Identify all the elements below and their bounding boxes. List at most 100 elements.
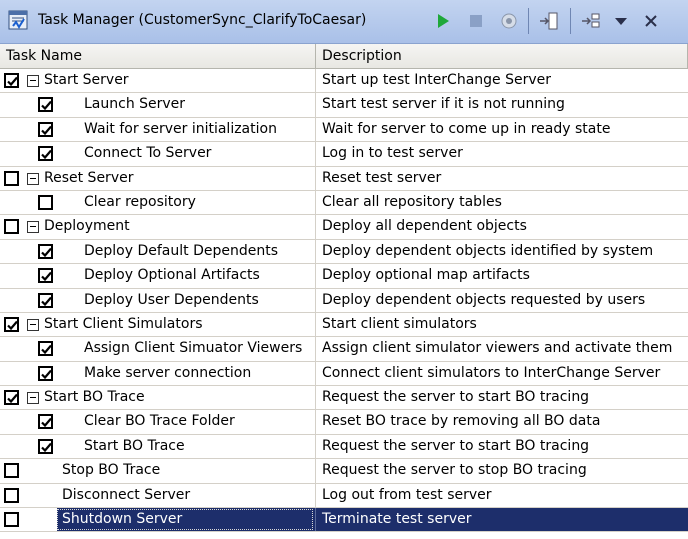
collapse-toggle-icon[interactable] (27, 392, 39, 405)
task-description: Start test server if it is not running (322, 96, 565, 113)
table-row[interactable]: Start Client Simulators Start client simu… (0, 312, 688, 338)
table-row[interactable]: Reset Server Reset test server (0, 166, 688, 191)
task-description: Start up test InterChange Server (322, 72, 552, 88)
task-name: Deployment (44, 218, 130, 235)
table-row[interactable]: Deploy Optional Artifacts Deploy optional… (0, 264, 688, 289)
table-row[interactable]: Assign Client Simuator Viewers Assign cli… (0, 337, 688, 362)
import-icon[interactable] (538, 10, 560, 32)
column-divider (315, 166, 316, 190)
column-divider (315, 69, 316, 93)
unchecked-checkbox[interactable] (4, 487, 19, 503)
table-row[interactable]: Launch Server Start test server if it is … (0, 93, 688, 118)
checkmark-icon (41, 345, 52, 355)
table-row[interactable]: Clear repository Clear all repository tab… (0, 190, 688, 216)
checkmark-icon (41, 247, 52, 257)
column-divider (315, 288, 316, 312)
table-row[interactable]: Shutdown Server Terminate test server (0, 508, 688, 533)
column-divider (315, 459, 316, 483)
column-divider (315, 312, 316, 337)
column-divider (315, 142, 316, 166)
checked-checkbox[interactable] (4, 316, 19, 332)
table-row[interactable]: Wait for server initialization Wait for s… (0, 117, 688, 143)
column-divider (315, 386, 316, 410)
checked-checkbox[interactable] (38, 146, 53, 162)
checkmark-icon (41, 369, 52, 379)
table-row[interactable]: Disconnect Server Log out from test serve… (0, 483, 688, 509)
record-icon[interactable] (498, 10, 520, 32)
task-name: Wait for server initialization (84, 120, 277, 137)
unchecked-checkbox[interactable] (38, 194, 53, 210)
checked-checkbox[interactable] (4, 73, 19, 88)
checkmark-icon (41, 442, 52, 452)
table-row[interactable]: Deploy User Dependents Deploy dependent o… (0, 288, 688, 313)
table-row[interactable]: Clear BO Trace Folder Reset BO trace by r… (0, 410, 688, 435)
checked-checkbox[interactable] (38, 121, 53, 137)
task-name: Start Client Simulators (44, 315, 203, 332)
column-divider (315, 483, 316, 508)
task-description: Request the server to start BO tracing (322, 389, 590, 406)
column-divider (315, 508, 316, 532)
unchecked-checkbox[interactable] (4, 219, 19, 235)
unchecked-checkbox[interactable] (4, 463, 19, 479)
checkmark-icon (41, 149, 52, 160)
task-name: Clear BO Trace Folder (84, 413, 235, 430)
unchecked-checkbox[interactable] (4, 170, 19, 186)
stop-icon[interactable] (465, 10, 487, 32)
title-bar: Task Manager (CustomerSync_ClarifyToCaes… (0, 0, 688, 44)
task-description: Deploy all dependent objects (322, 218, 527, 235)
toolbar-separator (570, 8, 571, 34)
checked-checkbox[interactable] (38, 365, 53, 381)
collapse-toggle-icon[interactable] (27, 221, 39, 234)
focus-rectangle (57, 509, 313, 531)
checked-checkbox[interactable] (38, 438, 53, 454)
task-name: Start BO Trace (44, 389, 145, 406)
column-header-description[interactable]: Description (316, 44, 688, 69)
task-table: Start Server Start up test InterChange Se… (0, 69, 688, 533)
task-description: Request the server to start BO tracing (322, 437, 590, 454)
task-description: Deploy dependent objects requested by us… (322, 291, 646, 308)
table-row[interactable]: Start Server Start up test InterChange Se… (0, 69, 688, 94)
close-icon[interactable] (640, 10, 662, 32)
table-row[interactable]: Deploy Default Dependents Deploy dependen… (0, 239, 688, 265)
table-row[interactable]: Stop BO Trace Request the server to stop … (0, 459, 688, 484)
task-name: Disconnect Server (62, 486, 191, 503)
task-description: Assign client simulator viewers and acti… (322, 340, 673, 357)
checkmark-icon (41, 101, 52, 111)
collapse-toggle-icon[interactable] (27, 172, 39, 185)
checkmark-icon (7, 393, 18, 404)
checked-checkbox[interactable] (38, 414, 53, 430)
task-name: Clear repository (84, 193, 196, 210)
column-header-task-name[interactable]: Task Name (0, 44, 316, 69)
task-name: Deploy Optional Artifacts (84, 267, 260, 284)
checked-checkbox[interactable] (38, 243, 53, 259)
task-description: Wait for server to come up in ready stat… (322, 120, 611, 137)
table-row[interactable]: Start BO Trace Request the server to star… (0, 386, 688, 411)
task-manager-icon (8, 10, 28, 30)
column-divider (315, 361, 316, 386)
checked-checkbox[interactable] (38, 292, 53, 308)
collapse-toggle-icon[interactable] (27, 318, 39, 331)
task-name: Stop BO Trace (62, 462, 161, 479)
table-row[interactable]: Connect To Server Log in to test server (0, 142, 688, 167)
table-row[interactable]: Make server connection Connect client sim… (0, 361, 688, 387)
task-description: Reset test server (322, 169, 442, 186)
checked-checkbox[interactable] (38, 341, 53, 357)
task-name: Assign Client Simuator Viewers (84, 340, 303, 357)
task-description: Request the server to stop BO tracing (322, 462, 587, 479)
column-divider (315, 264, 316, 288)
checked-checkbox[interactable] (4, 390, 19, 406)
task-name: Launch Server (84, 96, 186, 113)
column-divider (315, 117, 316, 142)
task-name: Deploy Default Dependents (84, 242, 278, 259)
run-icon[interactable] (432, 10, 454, 32)
export-icon[interactable] (580, 10, 602, 32)
checkmark-icon (41, 125, 52, 135)
task-description: Reset BO trace by removing all BO data (322, 413, 601, 430)
checked-checkbox[interactable] (38, 268, 53, 284)
collapse-toggle-icon[interactable] (27, 75, 39, 87)
unchecked-checkbox[interactable] (4, 512, 19, 528)
table-row[interactable]: Start BO Trace Request the server to star… (0, 434, 688, 460)
table-row[interactable]: Deployment Deploy all dependent objects (0, 215, 688, 240)
checked-checkbox[interactable] (38, 97, 53, 113)
menu-chevron-icon[interactable] (610, 10, 632, 32)
